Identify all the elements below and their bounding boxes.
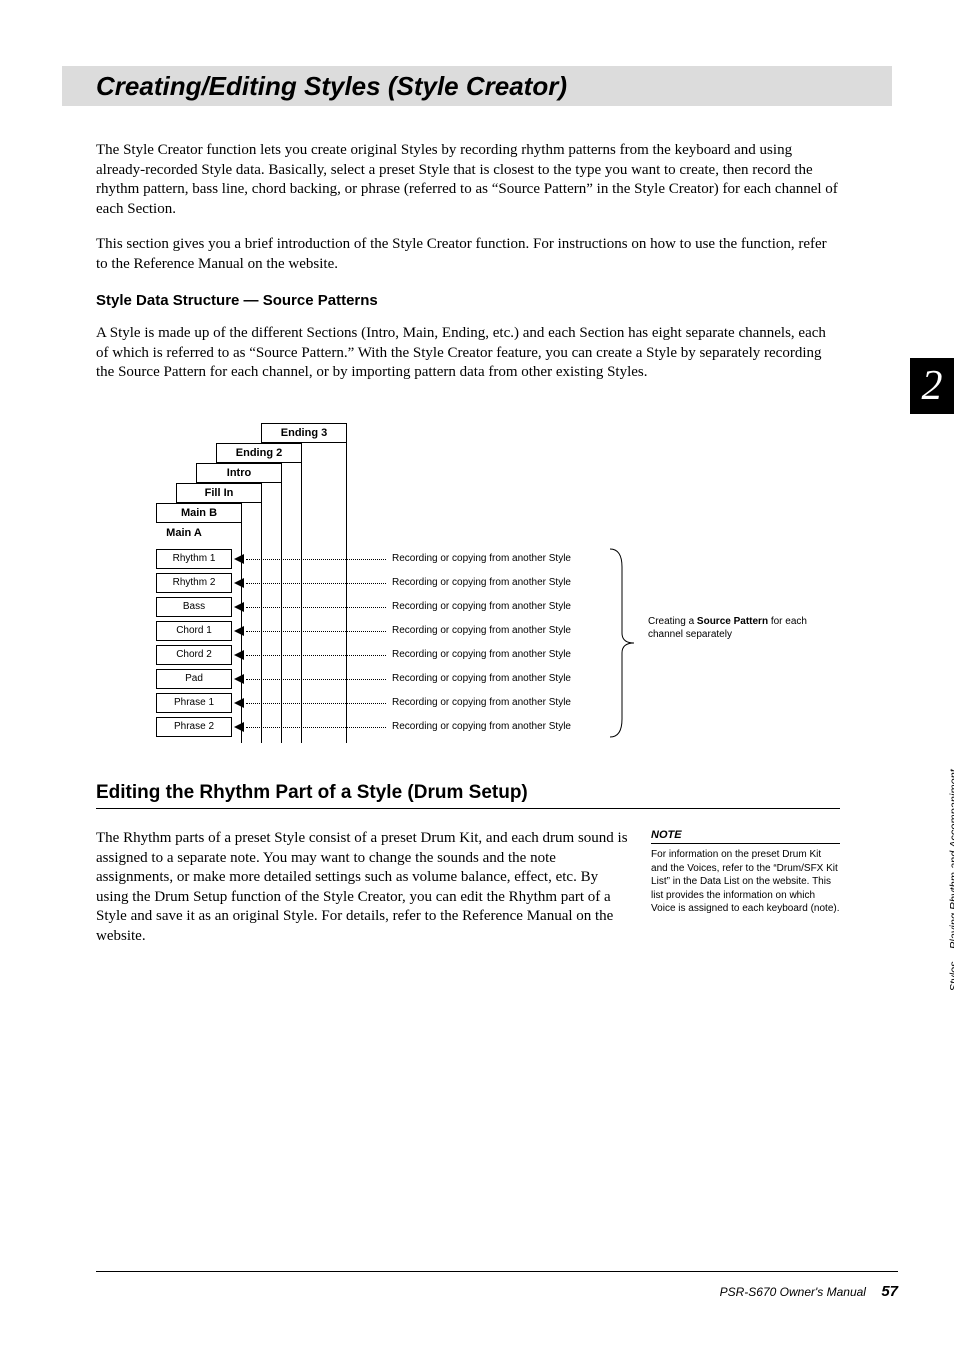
source-pattern-diagram: Main A Main B Fill In Intro Ending 2 End… [96,423,840,763]
playhead-icon [234,626,244,636]
copy-label: Recording or copying from another Style [392,721,571,732]
page-number: 57 [881,1283,898,1300]
section-tab-ending-3: Ending 3 [261,423,347,443]
intro-para-2: This section gives you a brief introduct… [96,235,840,274]
source-pattern-body: A Style is made up of the different Sect… [96,324,840,383]
drum-setup-heading: Editing the Rhythm Part of a Style (Drum… [96,782,840,809]
copy-label: Recording or copying from another Style [392,697,571,708]
footer: PSR-S670 Owner's Manual 57 [720,1283,898,1300]
dotted-line [246,727,386,728]
note-heading: NOTE [651,829,840,844]
dotted-line [246,703,386,704]
note-body: For information on the preset Drum Kit a… [651,848,840,916]
copy-label: Recording or copying from another Style [392,625,571,636]
diagram-line [301,462,302,743]
playhead-icon [234,650,244,660]
diagram-line [346,442,347,743]
copy-label: Recording or copying from another Style [392,649,571,660]
section-title: Creating/Editing Styles (Style Creator) [96,71,567,102]
source-pattern-heading: Style Data Structure — Source Patterns [96,292,840,309]
section-tab-intro: Intro [196,463,282,483]
channel-phrase-1: Phrase 1 [156,693,232,713]
dotted-line [246,631,386,632]
section-tab-ending-2: Ending 2 [216,443,302,463]
channel-chord-2: Chord 2 [156,645,232,665]
intro-para-1: The Style Creator function lets you crea… [96,141,840,219]
drum-setup-section: Editing the Rhythm Part of a Style (Drum… [96,782,840,946]
section-header: Creating/Editing Styles (Style Creator) [62,66,892,106]
playhead-icon [234,674,244,684]
playhead-icon [234,722,244,732]
footer-manual: PSR-S670 Owner's Manual [720,1285,866,1299]
channel-rhythm-2: Rhythm 2 [156,573,232,593]
main-content: The Style Creator function lets you crea… [96,126,840,763]
dotted-line [246,583,386,584]
channel-chord-1: Chord 1 [156,621,232,641]
playhead-icon [234,698,244,708]
copy-label: Recording or copying from another Style [392,601,571,612]
section-tab-fill-in: Fill In [176,483,262,503]
channel-pad: Pad [156,669,232,689]
channel-bass: Bass [156,597,232,617]
playhead-icon [234,602,244,612]
bracket-icon [608,547,638,739]
chapter-number: 2 [910,358,954,414]
copy-label: Recording or copying from another Style [392,553,571,564]
dotted-line [246,607,386,608]
playhead-icon [234,554,244,564]
footer-rule [96,1271,898,1272]
section-tab-main-a: Main A [126,523,242,543]
source-pattern-callout: Creating a Source Pattern for each chann… [648,615,818,641]
copy-label: Recording or copying from another Style [392,577,571,588]
copy-label: Recording or copying from another Style [392,673,571,684]
note-box: NOTE For information on the preset Drum … [651,829,840,916]
drum-setup-body: The Rhythm parts of a preset Style consi… [96,829,633,946]
channel-phrase-2: Phrase 2 [156,717,232,737]
callout-bold: Source Pattern [697,616,768,627]
diagram-line [261,502,262,743]
dotted-line [246,559,386,560]
dotted-line [246,655,386,656]
section-tab-main-b: Main B [156,503,242,523]
channel-rhythm-1: Rhythm 1 [156,549,232,569]
callout-text: Creating a [648,616,697,627]
playhead-icon [234,578,244,588]
side-chapter-label: Styles – Playing Rhythm and Accompanimen… [948,760,954,991]
dotted-line [246,679,386,680]
